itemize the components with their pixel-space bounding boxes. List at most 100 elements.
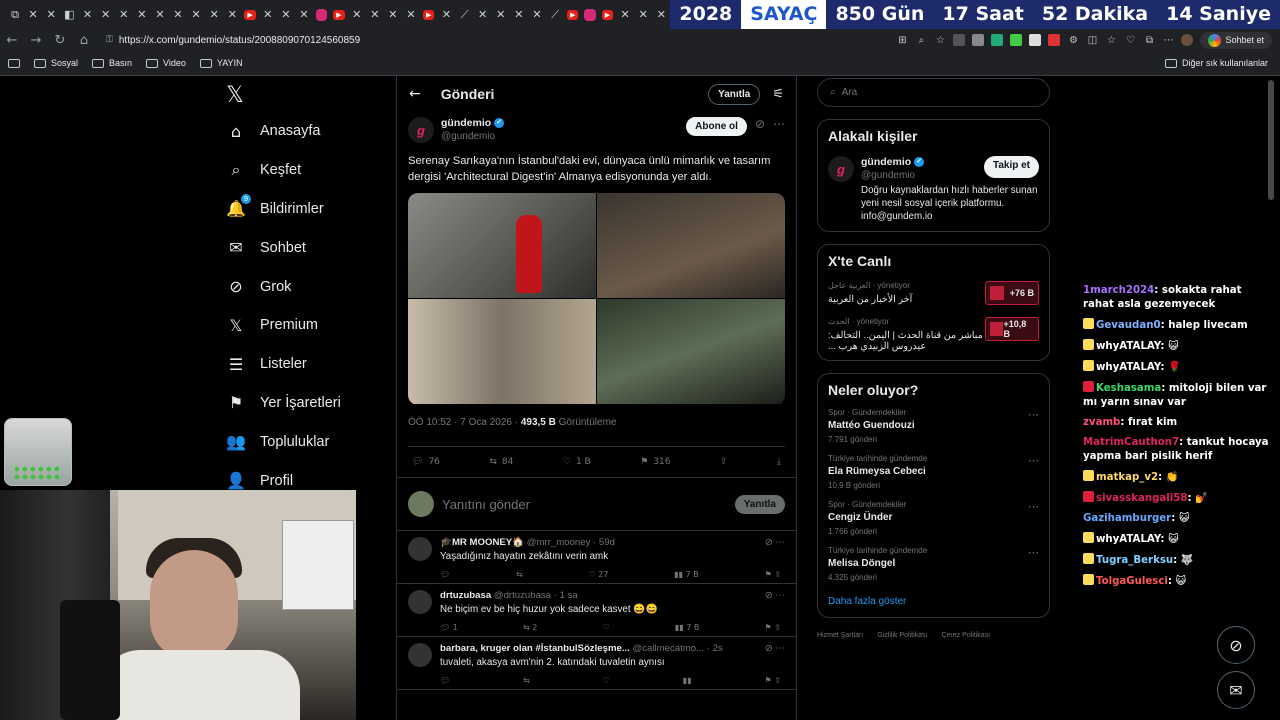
reply-item[interactable]: drtuzubasa @drtuzubasa · 1 sa ⊘ ⋯ Ne biçim… <box>397 584 796 637</box>
post-time[interactable]: ÖÖ 10:52 · 7 Oca 2026 · <box>408 417 521 428</box>
nav-item[interactable]: ⚑ Yer İşaretleri <box>218 384 393 423</box>
messages-fab[interactable]: ✉ <box>1217 671 1255 709</box>
post-photo[interactable] <box>408 299 596 404</box>
repost-icon[interactable]: ⇆ 2 <box>523 623 537 632</box>
x-tab-icon[interactable]: ✕ <box>618 7 632 22</box>
bookmark-icon[interactable]: ⚑ ⇪ <box>765 570 781 579</box>
url-field[interactable]: ⚿ https://x.com/gundemio/status/200880907… <box>102 30 822 50</box>
x-tab-icon[interactable]: ✕ <box>44 7 58 22</box>
related-person[interactable]: g gündemio ✓ @gundemio Takip et <box>828 156 1039 182</box>
person-name-block[interactable]: gündemio ✓ @gundemio <box>861 156 925 182</box>
like-action[interactable]: ♡ 1 B <box>563 457 591 467</box>
youtube-tab-icon[interactable]: ▶ <box>244 9 256 20</box>
restore-icon[interactable]: ⧉ <box>8 7 22 22</box>
home-icon[interactable]: ⌂ <box>72 33 96 48</box>
chat-username[interactable]: Gazihamburger <box>1083 513 1171 524</box>
chat-username[interactable]: TolgaGulesci <box>1096 576 1168 587</box>
favorites-icon[interactable]: ☆ <box>1105 34 1117 46</box>
header-reply-button[interactable]: Yanıtla <box>708 83 761 105</box>
bookmark-icon[interactable]: ⚑ ⇪ <box>765 623 781 632</box>
repost-icon[interactable]: ⇆ <box>516 570 523 579</box>
x-tab-icon[interactable]: ✕ <box>117 7 131 22</box>
comment-icon[interactable]: 💬︎ 1 <box>440 623 458 632</box>
tab-icon[interactable]: ⟋ <box>457 7 471 22</box>
avatar[interactable] <box>408 590 432 614</box>
extension-icon[interactable] <box>1010 34 1023 46</box>
copilot-chat-button[interactable]: Sohbet et <box>1200 31 1272 49</box>
trend-item[interactable]: Türkiye tarihinde gündemde Ela Rümeysa Ce… <box>828 454 1039 490</box>
x-tab-icon[interactable]: ✕ <box>654 7 668 22</box>
health-icon[interactable]: ♡ <box>1124 34 1136 46</box>
x-tab-icon[interactable]: ✕ <box>494 7 508 22</box>
views-icon[interactable]: ▮▮ 7 B <box>674 570 698 579</box>
heart-icon[interactable]: ♡ <box>603 623 610 632</box>
chat-username[interactable]: MatrimCauthon7 <box>1083 437 1179 448</box>
bookmark-action[interactable]: ⚑ 316 <box>640 457 670 467</box>
x-tab-icon[interactable]: ✕ <box>512 7 526 22</box>
puzzle-icon[interactable]: ⚙ <box>1067 34 1079 46</box>
chat-username[interactable]: zvamb <box>1083 417 1120 428</box>
grok-icon[interactable]: ⊘ <box>755 117 765 131</box>
reload-icon[interactable]: ↻ <box>48 33 72 48</box>
chat-username[interactable]: Gevaudan0 <box>1096 320 1161 331</box>
x-tab-icon[interactable]: ✕ <box>189 7 203 22</box>
zoom-icon[interactable]: ⌕ <box>915 34 927 46</box>
live-item[interactable]: الحدث · yönetiyor مباشر من قناة الحدث | ا… <box>828 317 1039 352</box>
nav-item[interactable]: ⊘ Grok <box>218 267 393 306</box>
other-bookmarks[interactable]: Diğer sık kullanılanlar <box>1164 58 1268 68</box>
avatar[interactable]: g <box>828 156 854 182</box>
more-icon[interactable]: ⋯ <box>1028 454 1039 490</box>
subscribe-button[interactable]: Abone ol <box>686 117 747 136</box>
repost-action[interactable]: ⇆ 84 <box>489 457 513 467</box>
more-icon[interactable]: ⋯ <box>1028 500 1039 536</box>
chat-username[interactable]: Keshasama <box>1096 383 1161 394</box>
trend-item[interactable]: Spor · Gündemdekiler Cengiz Ünder 1.766 gö… <box>828 500 1039 536</box>
youtube-tab-icon[interactable]: ▶ <box>423 9 435 20</box>
chat-username[interactable]: sivasskangali58 <box>1096 493 1187 504</box>
extension-icon[interactable] <box>991 34 1004 46</box>
reading-list-icon[interactable] <box>8 58 20 68</box>
extension-icon[interactable] <box>1029 34 1042 46</box>
avatar[interactable] <box>408 537 432 561</box>
trend-item[interactable]: Türkiye tarihinde gündemde Melisa Döngel 4… <box>828 546 1039 582</box>
profile-avatar[interactable] <box>1181 34 1194 46</box>
live-listener-badge[interactable]: +76 B <box>985 281 1039 305</box>
x-tab-icon[interactable]: ✕ <box>530 7 544 22</box>
tab-strip[interactable]: ⧉ ✕ ✕ ◧ ✕ ✕ ✕ ✕ ✕ ✕ ✕ ✕ ✕ ▶ ✕ ✕ ✕ ▶ ✕ ✕ … <box>0 0 670 29</box>
nav-item[interactable]: ☰ Listeler <box>218 345 393 384</box>
tab-icon[interactable]: ⟋ <box>548 7 562 22</box>
views-icon[interactable]: ▮▮ 7 B <box>675 623 699 632</box>
x-tab-icon[interactable]: ✕ <box>279 7 293 22</box>
x-tab-icon[interactable]: ✕ <box>261 7 275 22</box>
live-item[interactable]: العربية عاجل · yönetiyor آخر الأخبار من ا… <box>828 281 1039 305</box>
heart-icon[interactable]: ♡ <box>603 676 610 685</box>
x-tab-icon[interactable]: ✕ <box>636 7 650 22</box>
footer-link[interactable]: Çerez Politikası <box>941 632 990 639</box>
instagram-tab-icon[interactable] <box>316 8 328 21</box>
more-icon[interactable]: ⊘ ⋯ <box>765 643 785 654</box>
grok-fab[interactable]: ⊘ <box>1217 626 1255 664</box>
x-tab-icon[interactable]: ✕ <box>207 7 221 22</box>
repost-icon[interactable]: ⇆ <box>523 676 530 685</box>
footer-link[interactable]: Hizmet Şartları <box>817 632 863 639</box>
back-icon[interactable]: ← <box>0 33 24 48</box>
x-tab-icon[interactable]: ✕ <box>153 7 167 22</box>
post-photo[interactable] <box>597 299 785 404</box>
x-tab-icon[interactable]: ✕ <box>26 7 40 22</box>
reply-action[interactable]: 💬︎ 76 <box>412 457 440 467</box>
reply-item[interactable]: 🎓MR MOONEY🏠 @mrr_mooney · 59d ⊘ ⋯ Yaşadığı… <box>397 531 796 584</box>
bookmark-folder[interactable]: Basın <box>92 58 132 68</box>
extension-icon[interactable] <box>1048 34 1061 46</box>
extension-icon[interactable] <box>972 34 985 46</box>
views-icon[interactable]: ▮▮ <box>683 676 692 685</box>
nav-item[interactable]: 👥 Topluluklar <box>218 422 393 461</box>
more-icon[interactable]: ⋯ <box>773 117 785 131</box>
x-tab-icon[interactable]: ✕ <box>368 7 382 22</box>
star-icon[interactable]: ☆ <box>934 34 946 46</box>
bookmark-folder[interactable]: YAYIN <box>199 58 243 68</box>
reply-submit-button[interactable]: Yanıtla <box>734 494 785 514</box>
back-arrow-icon[interactable]: ← <box>409 86 421 102</box>
chat-username[interactable]: 1march2024 <box>1083 285 1154 296</box>
instagram-tab-icon[interactable] <box>584 8 596 21</box>
more-icon[interactable]: ⋯ <box>1162 34 1174 46</box>
